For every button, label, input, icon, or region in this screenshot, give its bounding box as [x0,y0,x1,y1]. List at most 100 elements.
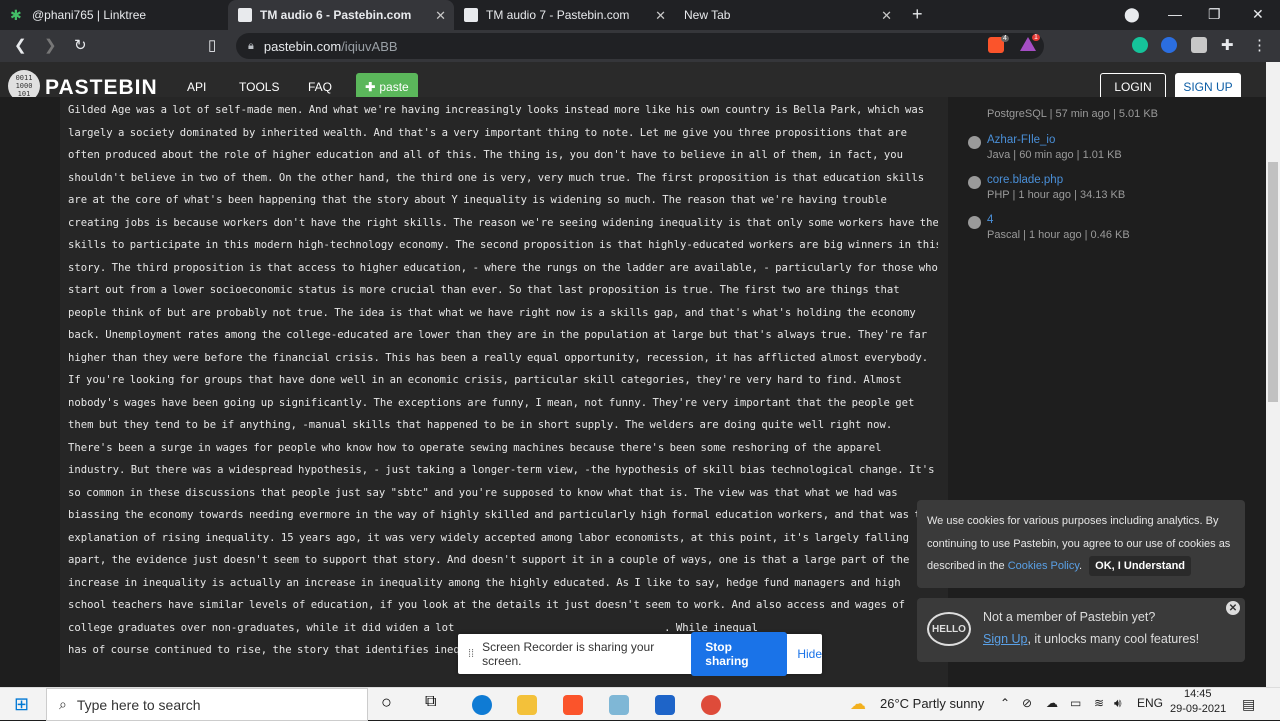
promo-text: Sign Up, it unlocks many cool features! [983,632,1199,646]
browser-tab-strip: ✱ @phani765 | Linktree TM audio 6 - Past… [0,0,1280,30]
battery-icon[interactable]: ▭ [1070,696,1081,710]
drag-handle-icon[interactable]: ⁞⁞ [468,648,474,660]
paste-line: nobody's wages have been going up signif… [68,396,915,409]
paste-line: apart, the evidence just doesn't seem to… [68,554,910,566]
extensions-puzzle-icon[interactable]: ✚ [1221,36,1234,54]
paste-title[interactable]: core.blade.php [987,174,1063,186]
globe-icon [968,176,981,189]
cookie-text-end: . [1079,560,1083,572]
cookie-notice: We use cookies for various purposes incl… [917,500,1245,588]
notification-icon[interactable]: ▤ [1242,696,1255,713]
paste-button-label: paste [379,79,409,94]
extension-icon[interactable] [1161,37,1177,53]
paste-line: explanation of rising inequality. 15 yea… [68,531,910,544]
scrollbar-thumb[interactable] [1268,162,1278,402]
tab-title: New Tab [684,8,731,22]
minimize-icon[interactable]: — [1168,6,1182,22]
app-icon[interactable] [609,695,629,715]
tab-tm-audio-6[interactable]: TM audio 6 - Pastebin.com ✕ [228,0,454,30]
network-icon[interactable]: ⊘ [1022,696,1032,710]
menu-icon[interactable]: ⋮ [1252,36,1267,54]
paste-line: If you're looking for groups that have d… [68,374,902,386]
paste-content: Gilded Age was a lot of self-made men. A… [60,97,948,687]
grammarly-icon[interactable] [1132,37,1148,53]
forward-icon[interactable]: ❯ [44,36,57,54]
screen-share-bar: ⁞⁞ Screen Recorder is sharing your scree… [458,632,822,676]
onedrive-icon[interactable]: ☁ [1046,696,1058,710]
paste-line: them but they tend to be if anything, -m… [68,419,893,431]
url-host: pastebin.com [263,38,342,54]
tab-title: @phani765 | Linktree [32,8,147,22]
brave-badge: 4 [1001,35,1009,42]
paste-line: school teachers have similar levels of e… [68,599,906,611]
paste-title[interactable]: Azhar-FIle_io [987,134,1055,146]
taskbar-search-input[interactable]: ⌕ Type here to search [46,688,368,721]
hide-button[interactable]: Hide [797,647,822,661]
edge-icon[interactable] [472,695,492,715]
url-path: /iqiuvABB [341,38,398,54]
paste-line: industry. But there was a widespread hyp… [68,464,935,476]
signup-promo: HELLO Not a member of Pastebin yet? Sign… [917,598,1245,662]
logo-binary: 1000 [15,82,33,90]
new-paste-button[interactable]: ✚ paste [356,73,418,100]
screen-share-message: Screen Recorder is sharing your screen. [482,640,655,668]
profile-menu-icon[interactable]: ⬤ [1124,6,1140,23]
back-icon[interactable]: ❮ [14,36,27,54]
clock-time[interactable]: 14:45 [1184,688,1212,700]
volume-icon[interactable]: 🔊︎ [1114,696,1122,711]
stop-sharing-button[interactable]: Stop sharing [691,632,788,676]
globe-icon [968,136,981,149]
nav-api[interactable]: API [187,80,206,94]
maximize-icon[interactable]: ❐ [1208,6,1221,23]
wifi-icon[interactable]: ≋ [1094,696,1104,710]
cookies-policy-link[interactable]: Cookies Policy [1008,560,1079,572]
search-icon: ⌕ [59,696,67,712]
windows-start-icon[interactable]: ⊞ [14,694,29,715]
weather-text[interactable]: 26°C Partly sunny [880,696,984,711]
paste-line: Gilded Age was a lot of self-made men. A… [68,104,925,116]
screen-recorder-icon[interactable] [655,695,675,715]
promo-signup-link[interactable]: Sign Up [983,632,1027,646]
extension-icon[interactable] [1191,37,1207,53]
brave-icon[interactable] [563,695,583,715]
close-icon[interactable]: ✕ [881,8,892,24]
nav-tools[interactable]: TOOLS [239,80,279,94]
paste-meta: PostgreSQL | 57 min ago | 5.01 KB [987,108,1159,120]
paste-text: Gilded Age was a lot of self-made men. A… [68,99,938,662]
nav-faq[interactable]: FAQ [308,80,332,94]
window-close-icon[interactable]: ✕ [1252,6,1264,23]
task-view-icon[interactable]: ⧉ [425,693,436,711]
cookie-accept-button[interactable]: OK, I Understand [1089,556,1192,576]
close-icon[interactable]: ✕ [1226,601,1240,615]
paste-line: biassing the economy towards needing eve… [68,509,928,521]
file-explorer-icon[interactable] [517,695,537,715]
browser-toolbar: ❮ ❯ ↻ ▯ 🔒︎ pastebin.com/iqiuvABB 4 1 ✚ ⋮ [0,30,1280,62]
reload-icon[interactable]: ↻ [74,36,87,54]
tab-linktree[interactable]: ✱ @phani765 | Linktree [0,0,228,30]
windows-taskbar: ⊞ ⌕ Type here to search ○ ⧉ ☁ 26°C Partl… [0,687,1280,721]
chrome-icon[interactable] [701,695,721,715]
tab-title: TM audio 6 - Pastebin.com [260,8,412,22]
clock-date[interactable]: 29-09-2021 [1170,703,1226,715]
address-bar[interactable]: 🔒︎ pastebin.com/iqiuvABB [236,33,1044,59]
tab-tm-audio-7[interactable]: TM audio 7 - Pastebin.com ✕ [454,0,674,30]
language-indicator[interactable]: ENG [1137,696,1163,710]
new-tab-button[interactable]: + [912,4,923,25]
left-gutter [0,97,60,687]
bookmark-icon[interactable]: ▯ [208,36,216,54]
paste-title[interactable]: 4 [987,214,993,226]
page-scrollbar[interactable] [1266,62,1280,687]
cortana-icon[interactable]: ○ [381,692,392,713]
paste-meta: Pascal | 1 hour ago | 0.46 KB [987,229,1130,241]
paste-meta: PHP | 1 hour ago | 34.13 KB [987,189,1126,201]
paste-line: often produced about the role of higher … [68,149,904,161]
chevron-up-icon[interactable]: ⌃ [1000,696,1010,710]
lock-icon: 🔒︎ [248,39,254,52]
tab-new-tab[interactable]: New Tab ✕ [674,0,900,30]
paste-line: people think of but are probably not tru… [68,306,916,319]
close-icon[interactable]: ✕ [655,8,666,24]
promo-text-rest: , it unlocks many cool features! [1027,632,1200,646]
globe-icon [968,216,981,229]
pastebin-icon [464,8,478,22]
close-icon[interactable]: ✕ [435,8,446,24]
